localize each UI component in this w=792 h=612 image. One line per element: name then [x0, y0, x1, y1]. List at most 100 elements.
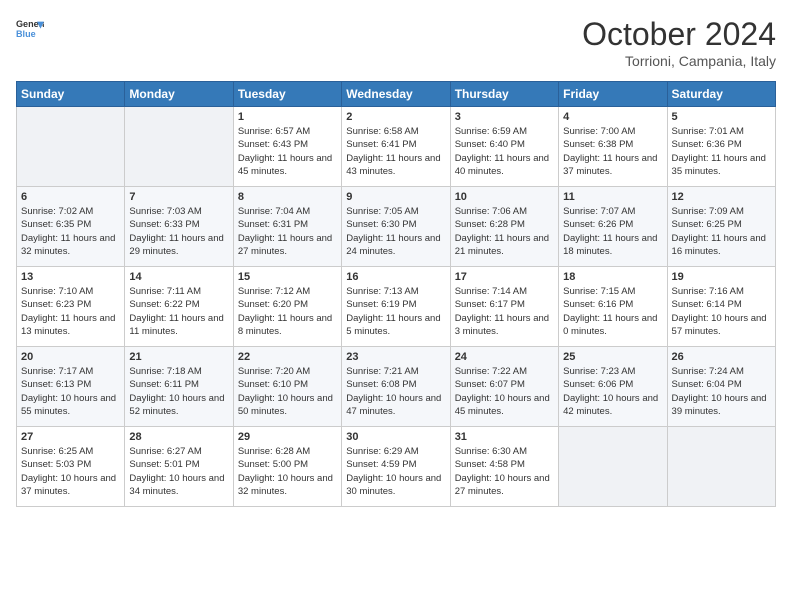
calendar-cell: 18 Sunrise: 7:15 AMSunset: 6:16 PMDayligh… [559, 267, 667, 347]
day-number: 21 [129, 351, 228, 363]
day-header-wednesday: Wednesday [342, 82, 450, 107]
calendar-cell: 17 Sunrise: 7:14 AMSunset: 6:17 PMDayligh… [450, 267, 558, 347]
calendar-cell: 27 Sunrise: 6:25 AMSunset: 5:03 PMDayligh… [17, 427, 125, 507]
day-info: Sunrise: 7:05 AMSunset: 6:30 PMDaylight:… [346, 205, 445, 258]
location: Torrioni, Campania, Italy [582, 53, 776, 69]
day-info: Sunrise: 6:28 AMSunset: 5:00 PMDaylight:… [238, 445, 337, 498]
calendar-cell: 5 Sunrise: 7:01 AMSunset: 6:36 PMDaylight… [667, 107, 775, 187]
day-info: Sunrise: 6:27 AMSunset: 5:01 PMDaylight:… [129, 445, 228, 498]
calendar-cell: 2 Sunrise: 6:58 AMSunset: 6:41 PMDaylight… [342, 107, 450, 187]
day-number: 23 [346, 351, 445, 363]
day-info: Sunrise: 7:21 AMSunset: 6:08 PMDaylight:… [346, 365, 445, 418]
day-info: Sunrise: 7:04 AMSunset: 6:31 PMDaylight:… [238, 205, 337, 258]
day-header-tuesday: Tuesday [233, 82, 341, 107]
calendar-cell: 12Sunrise: 7:09 AMSunset: 6:25 PMDayligh… [667, 187, 775, 267]
calendar-cell: 28 Sunrise: 6:27 AMSunset: 5:01 PMDayligh… [125, 427, 233, 507]
day-info: Sunrise: 7:00 AMSunset: 6:38 PMDaylight:… [563, 125, 662, 178]
day-info: Sunrise: 7:09 AMSunset: 6:25 PMDaylight:… [672, 205, 771, 258]
day-info: Sunrise: 7:12 AMSunset: 6:20 PMDaylight:… [238, 285, 337, 338]
day-number: 18 [563, 271, 662, 283]
day-info: Sunrise: 6:25 AMSunset: 5:03 PMDaylight:… [21, 445, 120, 498]
day-info: Sunrise: 7:10 AMSunset: 6:23 PMDaylight:… [21, 285, 120, 338]
calendar-cell: 11 Sunrise: 7:07 AMSunset: 6:26 PMDayligh… [559, 187, 667, 267]
calendar-cell [125, 107, 233, 187]
day-number: 29 [238, 431, 337, 443]
day-info: Sunrise: 7:15 AMSunset: 6:16 PMDaylight:… [563, 285, 662, 338]
calendar-cell: 29 Sunrise: 6:28 AMSunset: 5:00 PMDayligh… [233, 427, 341, 507]
calendar-week-row: 1Sunrise: 6:57 AMSunset: 6:43 PMDaylight… [17, 107, 776, 187]
calendar-cell: 7 Sunrise: 7:03 AMSunset: 6:33 PMDaylight… [125, 187, 233, 267]
day-number: 11 [563, 191, 662, 203]
day-number: 26 [672, 351, 771, 363]
day-number: 1 [238, 111, 337, 123]
day-info: Sunrise: 7:18 AMSunset: 6:11 PMDaylight:… [129, 365, 228, 418]
day-info: Sunrise: 7:01 AMSunset: 6:36 PMDaylight:… [672, 125, 771, 178]
day-number: 28 [129, 431, 228, 443]
day-info: Sunrise: 7:06 AMSunset: 6:28 PMDaylight:… [455, 205, 554, 258]
day-number: 22 [238, 351, 337, 363]
calendar-cell: 30 Sunrise: 6:29 AMSunset: 4:59 PMDayligh… [342, 427, 450, 507]
day-info: Sunrise: 7:07 AMSunset: 6:26 PMDaylight:… [563, 205, 662, 258]
calendar-cell: 19 Sunrise: 7:16 AMSunset: 6:14 PMDayligh… [667, 267, 775, 347]
day-info: Sunrise: 7:20 AMSunset: 6:10 PMDaylight:… [238, 365, 337, 418]
day-number: 19 [672, 271, 771, 283]
day-header-thursday: Thursday [450, 82, 558, 107]
logo-icon: General Blue [16, 16, 44, 44]
calendar-cell: 9 Sunrise: 7:05 AMSunset: 6:30 PMDaylight… [342, 187, 450, 267]
day-number: 13 [21, 271, 120, 283]
day-number: 7 [129, 191, 228, 203]
day-number: 9 [346, 191, 445, 203]
calendar-week-row: 6 Sunrise: 7:02 AMSunset: 6:35 PMDaylight… [17, 187, 776, 267]
day-info: Sunrise: 7:11 AMSunset: 6:22 PMDaylight:… [129, 285, 228, 338]
calendar-header-row: SundayMondayTuesdayWednesdayThursdayFrid… [17, 82, 776, 107]
day-number: 20 [21, 351, 120, 363]
calendar-cell: 14 Sunrise: 7:11 AMSunset: 6:22 PMDayligh… [125, 267, 233, 347]
day-info: Sunrise: 6:58 AMSunset: 6:41 PMDaylight:… [346, 125, 445, 178]
day-info: Sunrise: 7:03 AMSunset: 6:33 PMDaylight:… [129, 205, 228, 258]
calendar-cell: 6 Sunrise: 7:02 AMSunset: 6:35 PMDaylight… [17, 187, 125, 267]
day-number: 6 [21, 191, 120, 203]
svg-text:Blue: Blue [16, 29, 36, 39]
calendar-cell: 13 Sunrise: 7:10 AMSunset: 6:23 PMDayligh… [17, 267, 125, 347]
calendar-cell: 1Sunrise: 6:57 AMSunset: 6:43 PMDaylight… [233, 107, 341, 187]
day-info: Sunrise: 7:14 AMSunset: 6:17 PMDaylight:… [455, 285, 554, 338]
calendar-cell: 26 Sunrise: 7:24 AMSunset: 6:04 PMDayligh… [667, 347, 775, 427]
calendar-cell: 4Sunrise: 7:00 AMSunset: 6:38 PMDaylight… [559, 107, 667, 187]
day-number: 5 [672, 111, 771, 123]
day-number: 27 [21, 431, 120, 443]
day-number: 17 [455, 271, 554, 283]
day-info: Sunrise: 7:16 AMSunset: 6:14 PMDaylight:… [672, 285, 771, 338]
page-header: General Blue October 2024 Torrioni, Camp… [16, 16, 776, 69]
day-info: Sunrise: 7:17 AMSunset: 6:13 PMDaylight:… [21, 365, 120, 418]
day-info: Sunrise: 6:30 AMSunset: 4:58 PMDaylight:… [455, 445, 554, 498]
calendar-week-row: 27 Sunrise: 6:25 AMSunset: 5:03 PMDayligh… [17, 427, 776, 507]
month-title: October 2024 [582, 16, 776, 53]
day-info: Sunrise: 6:29 AMSunset: 4:59 PMDaylight:… [346, 445, 445, 498]
calendar-cell: 21 Sunrise: 7:18 AMSunset: 6:11 PMDayligh… [125, 347, 233, 427]
calendar-cell: 20 Sunrise: 7:17 AMSunset: 6:13 PMDayligh… [17, 347, 125, 427]
calendar-cell: 10Sunrise: 7:06 AMSunset: 6:28 PMDayligh… [450, 187, 558, 267]
day-number: 31 [455, 431, 554, 443]
day-info: Sunrise: 7:02 AMSunset: 6:35 PMDaylight:… [21, 205, 120, 258]
calendar-cell [559, 427, 667, 507]
calendar-cell: 15Sunrise: 7:12 AMSunset: 6:20 PMDayligh… [233, 267, 341, 347]
day-info: Sunrise: 6:59 AMSunset: 6:40 PMDaylight:… [455, 125, 554, 178]
logo: General Blue [16, 16, 44, 44]
day-number: 2 [346, 111, 445, 123]
calendar-cell: 24 Sunrise: 7:22 AMSunset: 6:07 PMDayligh… [450, 347, 558, 427]
day-number: 30 [346, 431, 445, 443]
day-number: 24 [455, 351, 554, 363]
calendar-cell: 31 Sunrise: 6:30 AMSunset: 4:58 PMDayligh… [450, 427, 558, 507]
day-header-saturday: Saturday [667, 82, 775, 107]
calendar-cell: 23 Sunrise: 7:21 AMSunset: 6:08 PMDayligh… [342, 347, 450, 427]
calendar-cell: 22 Sunrise: 7:20 AMSunset: 6:10 PMDayligh… [233, 347, 341, 427]
title-block: October 2024 Torrioni, Campania, Italy [582, 16, 776, 69]
day-header-friday: Friday [559, 82, 667, 107]
day-info: Sunrise: 7:24 AMSunset: 6:04 PMDaylight:… [672, 365, 771, 418]
day-number: 16 [346, 271, 445, 283]
calendar-cell [667, 427, 775, 507]
day-info: Sunrise: 7:23 AMSunset: 6:06 PMDaylight:… [563, 365, 662, 418]
day-number: 14 [129, 271, 228, 283]
calendar-cell: 16Sunrise: 7:13 AMSunset: 6:19 PMDayligh… [342, 267, 450, 347]
day-info: Sunrise: 7:22 AMSunset: 6:07 PMDaylight:… [455, 365, 554, 418]
